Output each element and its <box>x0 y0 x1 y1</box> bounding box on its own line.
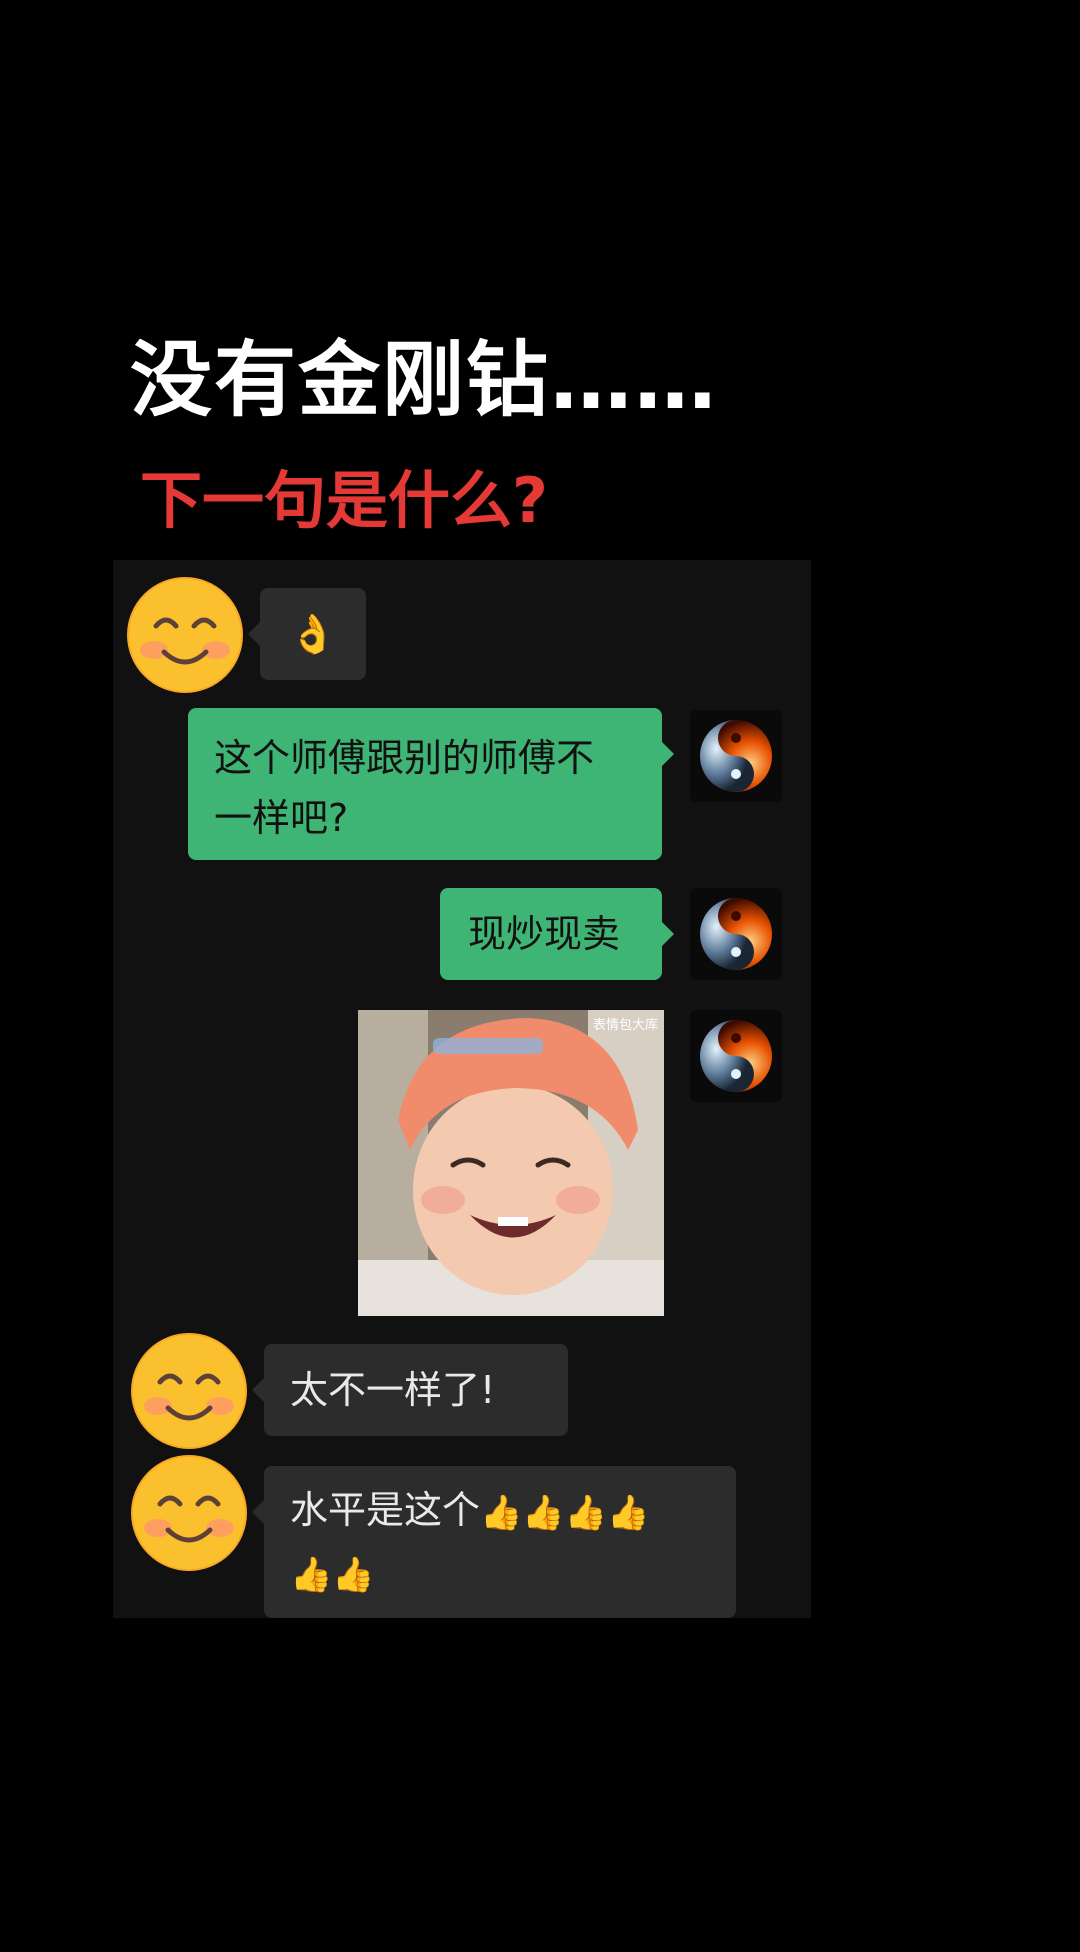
ok-hand-emoji: 👌 <box>289 612 337 656</box>
message-bubble-incoming[interactable]: 👌 <box>248 588 366 680</box>
message-text: 水平是这个 <box>290 1488 481 1532</box>
smiling-face-avatar-icon[interactable] <box>130 1454 248 1572</box>
message-text-line: 一样吧? <box>214 796 349 840</box>
message-text-line: 这个师傅跟别的师傅不 <box>214 736 595 780</box>
thumbs-up-emoji: 👍👍 <box>290 1555 375 1595</box>
laughing-baby-image <box>358 1010 664 1316</box>
yin-yang-avatar-icon[interactable] <box>690 888 782 980</box>
message-bubble-incoming[interactable]: 太不一样了! <box>252 1344 568 1436</box>
yin-yang-avatar-icon[interactable] <box>690 710 782 802</box>
image-watermark: 表情包大库 <box>592 1018 658 1033</box>
message-bubble-incoming[interactable]: 水平是这个👍👍👍👍 👍👍 <box>252 1466 736 1618</box>
message-text: 太不一样了! <box>290 1368 496 1412</box>
image-message[interactable]: 表情包大库 <box>358 1010 664 1316</box>
yin-yang-avatar-icon[interactable] <box>690 1010 782 1102</box>
headline: 没有金刚钻…… <box>130 333 719 428</box>
thumbs-up-emoji: 👍👍👍👍 <box>480 1492 650 1533</box>
question-caption: 下一句是什么? <box>140 464 548 537</box>
message-bubble-outgoing[interactable]: 这个师傅跟别的师傅不 一样吧? <box>188 708 674 860</box>
message-bubble-outgoing[interactable]: 现炒现卖 <box>440 888 674 980</box>
smiling-face-avatar-icon[interactable] <box>126 576 244 694</box>
message-text: 现炒现卖 <box>468 912 621 956</box>
smiling-face-avatar-icon[interactable] <box>130 1332 248 1450</box>
